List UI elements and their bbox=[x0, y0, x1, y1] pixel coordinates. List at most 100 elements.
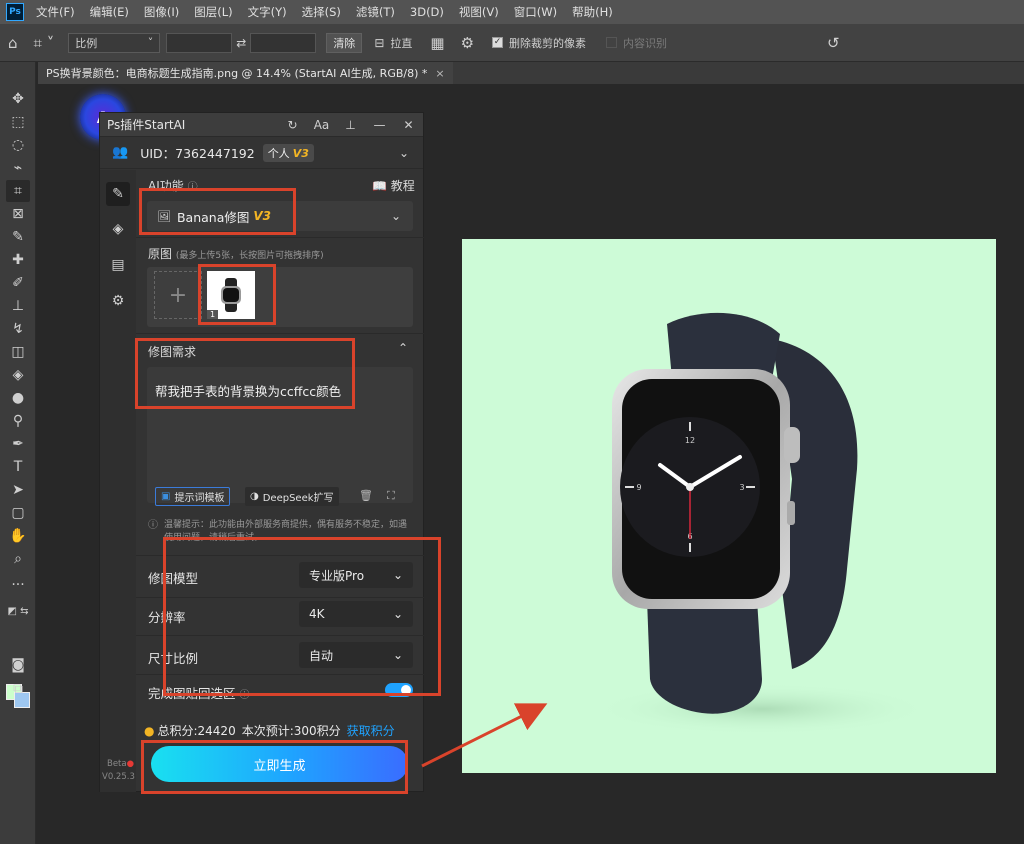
pen-tool-icon[interactable]: ✒ bbox=[6, 433, 30, 455]
brush-tool-icon[interactable]: ✐ bbox=[6, 272, 30, 294]
generate-button[interactable]: 立即生成 bbox=[151, 746, 408, 782]
aspect-ratio-label: 尺寸比例 bbox=[148, 651, 199, 666]
photoshop-logo-icon[interactable]: Ps bbox=[6, 3, 24, 21]
source-image-area: + 1 bbox=[147, 267, 413, 327]
straighten-label[interactable]: 拉直 bbox=[390, 35, 412, 51]
deepseek-button[interactable]: ◑ DeepSeek扩写 bbox=[245, 487, 339, 506]
dodge-tool-icon[interactable]: ⚲ bbox=[6, 410, 30, 432]
chevron-up-icon[interactable]: ⌃ bbox=[398, 341, 408, 355]
info-icon[interactable]: ⓘ bbox=[188, 182, 198, 193]
grid-overlay-icon[interactable]: ▦ bbox=[430, 34, 444, 52]
close-icon[interactable]: ✕ bbox=[394, 118, 423, 132]
edit-icon[interactable]: ✎ bbox=[106, 182, 130, 206]
get-points-link[interactable]: 获取积分 bbox=[347, 722, 395, 739]
lasso-tool-icon[interactable]: ◌ bbox=[6, 134, 30, 156]
svg-text:12: 12 bbox=[685, 436, 695, 445]
model-select[interactable]: 专业版Pro ⌄ bbox=[299, 562, 413, 588]
menu-select[interactable]: 选择(S) bbox=[302, 4, 341, 20]
beta-label: Beta● bbox=[107, 759, 134, 769]
menu-type[interactable]: 文字(Y) bbox=[248, 4, 287, 20]
menu-3d[interactable]: 3D(D) bbox=[410, 5, 444, 19]
add-image-button[interactable]: + bbox=[154, 271, 202, 319]
model-label: 修图模型 bbox=[148, 571, 199, 586]
deepseek-label: DeepSeek扩写 bbox=[262, 493, 334, 504]
straighten-icon[interactable]: ⊟ bbox=[374, 36, 384, 50]
plan-badge: 个人 V3 bbox=[262, 143, 314, 162]
users-icon: 👥 bbox=[112, 145, 129, 160]
width-field[interactable] bbox=[166, 32, 233, 53]
hand-tool-icon[interactable]: ✋ bbox=[6, 525, 30, 547]
menu-help[interactable]: 帮助(H) bbox=[572, 4, 613, 20]
minimize-icon[interactable]: — bbox=[365, 118, 394, 132]
layers-icon[interactable]: ◈ bbox=[106, 217, 130, 241]
aspect-ratio-select[interactable]: 自动 ⌄ bbox=[299, 642, 413, 668]
menu-layer[interactable]: 图层(L) bbox=[194, 4, 232, 20]
font-size-icon[interactable]: Aa bbox=[307, 118, 336, 132]
trash-icon[interactable]: 🗑 bbox=[359, 489, 373, 502]
menu-window[interactable]: 窗口(W) bbox=[514, 4, 557, 20]
menu-filter[interactable]: 滤镜(T) bbox=[356, 4, 395, 20]
chevron-down-icon[interactable]: ⌄ bbox=[399, 146, 409, 160]
plugin-title: Ps插件StartAI bbox=[107, 118, 186, 132]
clear-button[interactable]: 清除 bbox=[326, 32, 363, 53]
crop-tool-icon[interactable]: ⌗ bbox=[6, 180, 30, 202]
expand-icon[interactable]: ⛶ bbox=[387, 489, 395, 503]
thumbnail-index: 1 bbox=[207, 310, 219, 319]
gear-icon[interactable]: ⚙ bbox=[106, 289, 130, 313]
content-aware-checkbox[interactable] bbox=[606, 37, 618, 48]
home-icon[interactable]: ⌂ bbox=[8, 34, 18, 52]
gear-icon[interactable]: ⚙ bbox=[461, 34, 474, 52]
account-row[interactable]: 👥 UID：7362447192 个人 V3 ⌄ bbox=[100, 137, 423, 169]
quick-mask-icon[interactable]: ◙ bbox=[6, 654, 30, 676]
tools-panel: ✥ ⬚ ◌ ⌁ ⌗ ⊠ ✎ ✚ ✐ ⊥ ↯ ◫ ◈ ● ⚲ ✒ T ➤ ▢ ✋ … bbox=[0, 62, 36, 844]
blur-tool-icon[interactable]: ● bbox=[6, 387, 30, 409]
info-icon[interactable]: ⓘ bbox=[240, 690, 250, 701]
pin-icon[interactable]: ⊥ bbox=[336, 118, 365, 132]
close-tab-icon[interactable]: × bbox=[435, 67, 444, 80]
menu-view[interactable]: 视图(V) bbox=[459, 4, 499, 20]
document-tab[interactable]: PS换背景颜色：电商标题生成指南.png @ 14.4% (StartAI AI… bbox=[38, 62, 453, 84]
path-select-icon[interactable]: ➤ bbox=[6, 479, 30, 501]
template-icon: ▣ bbox=[161, 491, 171, 502]
stamp-tool-icon[interactable]: ⊥ bbox=[6, 295, 30, 317]
height-field[interactable] bbox=[250, 32, 317, 53]
history-brush-icon[interactable]: ↯ bbox=[6, 318, 30, 340]
resolution-select[interactable]: 4K ⌄ bbox=[299, 601, 413, 627]
divider bbox=[136, 237, 424, 238]
eraser-tool-icon[interactable]: ◫ bbox=[6, 341, 30, 363]
swap-icon[interactable]: ⇄ bbox=[236, 36, 246, 50]
paint-bucket-icon[interactable]: ◈ bbox=[6, 364, 30, 386]
shape-tool-icon[interactable]: ▢ bbox=[6, 502, 30, 524]
menu-file[interactable]: 文件(F) bbox=[36, 4, 75, 20]
request-textarea[interactable]: 帮我把手表的背景换为ccffcc颜色 ▣ 提示词模板 ◑ DeepSeek扩写 🗑 … bbox=[147, 367, 413, 506]
feature-select[interactable]: 🖼 Banana修图 V3 ⌄ bbox=[147, 201, 413, 231]
menu-edit[interactable]: 编辑(E) bbox=[90, 4, 129, 20]
chevron-down-icon: ⌄ bbox=[392, 607, 403, 621]
canvas-image[interactable]: 12 3 6 9 bbox=[462, 239, 996, 773]
chevron-down-icon: ⌄ bbox=[392, 568, 403, 582]
ratio-select[interactable]: 比例 ˅ bbox=[68, 32, 161, 53]
frame-tool-icon[interactable]: ⊠ bbox=[6, 203, 30, 225]
reset-icon[interactable]: ↺ bbox=[827, 34, 840, 52]
move-tool-icon[interactable]: ✥ bbox=[6, 88, 30, 110]
healing-tool-icon[interactable]: ✚ bbox=[6, 249, 30, 271]
marquee-tool-icon[interactable]: ⬚ bbox=[6, 111, 30, 133]
clipboard-icon[interactable]: ▤ bbox=[106, 253, 130, 277]
tutorial-link[interactable]: 📖 教程 bbox=[372, 177, 415, 194]
prompt-template-button[interactable]: ▣ 提示词模板 bbox=[155, 487, 231, 506]
swap-colors-icon[interactable]: ◩ ⇆ bbox=[6, 600, 30, 622]
eyedropper-tool-icon[interactable]: ✎ bbox=[6, 226, 30, 248]
ai-function-label: AI功能 ⓘ bbox=[148, 177, 198, 194]
menu-image[interactable]: 图像(I) bbox=[144, 4, 179, 20]
crop-tool-preset-icon[interactable]: ⌗ ˅ bbox=[34, 34, 55, 52]
delete-cropped-checkbox[interactable]: ✓ bbox=[492, 37, 504, 48]
quick-select-tool-icon[interactable]: ⌁ bbox=[6, 157, 30, 179]
paste-back-toggle[interactable] bbox=[385, 683, 413, 697]
source-thumbnail[interactable]: 1 bbox=[207, 271, 255, 319]
screen-mode-icon[interactable]: ⧉ bbox=[6, 678, 30, 700]
refresh-icon[interactable]: ↻ bbox=[278, 118, 307, 132]
more-tools-icon[interactable]: ··· bbox=[6, 574, 30, 596]
zoom-tool-icon[interactable]: ⌕ bbox=[6, 548, 30, 570]
divider bbox=[136, 597, 424, 598]
type-tool-icon[interactable]: T bbox=[6, 456, 30, 478]
